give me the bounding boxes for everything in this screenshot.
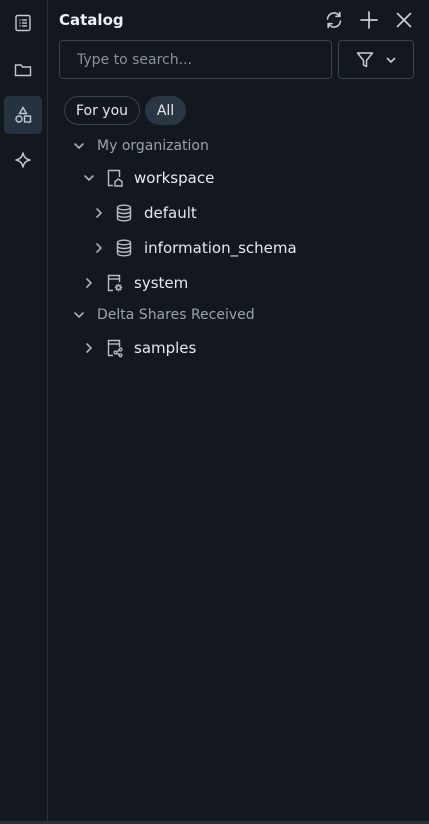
left-rail [0, 0, 48, 824]
tree-item-default[interactable]: default [92, 199, 197, 227]
pill-for-you-label: For you [75, 102, 129, 119]
pill-all[interactable]: All [145, 96, 186, 125]
tree-group-label: My organization [97, 138, 209, 154]
plus-icon[interactable] [358, 9, 380, 31]
pill-for-you[interactable]: For you [64, 96, 140, 125]
close-icon[interactable] [393, 9, 415, 31]
tree-item-label: information_schema [144, 239, 297, 257]
tree-item-label: default [144, 204, 197, 222]
filter-button[interactable] [338, 40, 414, 79]
chevron-right-icon [92, 206, 106, 220]
chevron-down-icon [385, 54, 397, 66]
tree-group-my-organization[interactable]: My organization [72, 132, 209, 160]
filter-icon [355, 50, 375, 70]
catalog-share-icon [104, 338, 124, 358]
pill-all-label: All [156, 102, 175, 119]
chevron-right-icon [82, 276, 96, 290]
chevron-down-icon [72, 308, 86, 322]
tree-item-samples[interactable]: samples [82, 334, 196, 362]
chevron-down-icon [72, 139, 86, 153]
search-input[interactable] [75, 50, 319, 69]
notebook-icon[interactable] [4, 4, 42, 42]
tree-item-label: samples [134, 339, 197, 357]
folder-icon[interactable] [4, 51, 42, 89]
chevron-right-icon [82, 341, 96, 355]
search-box [59, 40, 332, 79]
tree-group-label: Delta Shares Received [97, 307, 255, 323]
tree-item-information-schema[interactable]: information_schema [92, 234, 297, 262]
panel-title: Catalog [59, 11, 124, 29]
sparkle-icon[interactable] [4, 141, 42, 179]
database-icon [114, 238, 134, 258]
shapes-icon[interactable] [4, 96, 42, 134]
tree-item-workspace[interactable]: workspace [82, 164, 214, 192]
tree-item-label: system [134, 274, 189, 292]
tree-group-delta-shares-received[interactable]: Delta Shares Received [72, 301, 255, 329]
catalog-panel: Catalog Type to search... For you All My… [0, 0, 429, 824]
refresh-icon[interactable] [323, 9, 345, 31]
chevron-right-icon [92, 241, 106, 255]
catalog-home-icon [104, 168, 124, 188]
tree-item-label: workspace [134, 169, 215, 187]
tree-item-system[interactable]: system [82, 269, 188, 297]
catalog-gear-icon [104, 273, 124, 293]
chevron-down-icon [82, 171, 96, 185]
database-icon [114, 203, 134, 223]
